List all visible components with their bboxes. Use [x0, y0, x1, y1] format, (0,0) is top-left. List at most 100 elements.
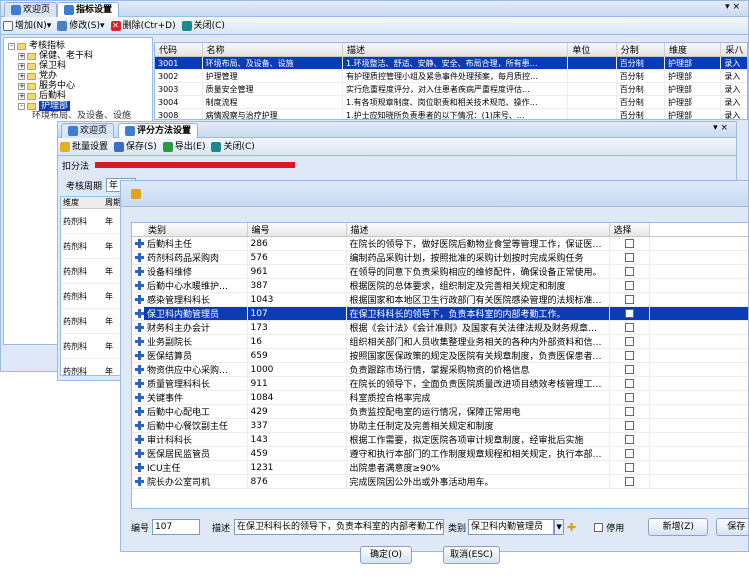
collapse-icon[interactable]: -	[8, 42, 15, 50]
col-description[interactable]: 描述	[346, 223, 610, 237]
col-scale[interactable]: 分制	[616, 43, 666, 57]
select-checkbox[interactable]	[624, 308, 634, 318]
col-unit[interactable]: 单位	[567, 43, 617, 57]
table-row[interactable]: 审计科科长 143 根据工作需要，拟定医院各项审计规章制度，经审批后实施	[132, 432, 748, 447]
select-checkbox[interactable]	[624, 420, 634, 430]
plus-icon[interactable]	[135, 434, 144, 444]
new-button[interactable]: 新增(Z)	[648, 518, 709, 536]
select-checkbox[interactable]	[624, 238, 634, 248]
table-row[interactable]: 3003 质量安全管理 实行危重程度评分，对入住患者疾病严重程度评估… 百分制 护理部录…	[155, 82, 747, 96]
table-row[interactable]: 后勤中心餐饮副主任 337 协助主任制定及完善相关规定和制度	[132, 418, 748, 433]
plus-icon[interactable]	[135, 252, 144, 262]
category-select[interactable]: 保卫科内勤管理员	[468, 519, 555, 535]
plus-icon[interactable]	[135, 392, 144, 402]
row-expander[interactable]	[132, 292, 144, 307]
plus-icon[interactable]	[135, 406, 144, 416]
row-expander[interactable]	[132, 250, 144, 265]
col-code[interactable]: 代码	[155, 43, 203, 57]
close-button[interactable]: 关闭(C)	[181, 19, 225, 33]
table-row[interactable]: 院长办公室司机 876 完成医院因公外出或外事活动用车。	[132, 474, 748, 489]
disable-checkbox[interactable]	[594, 522, 604, 532]
plus-icon[interactable]	[135, 462, 144, 472]
table-row[interactable]: 医保结算员 659 按照国家医保政策的规定及医院有关规章制度，负责医保患者…	[132, 348, 748, 363]
row-expander[interactable]	[132, 404, 144, 419]
select-checkbox[interactable]	[624, 434, 634, 444]
expand-icon[interactable]: +	[18, 62, 25, 70]
col-dimension[interactable]: 维度	[61, 197, 105, 208]
select-checkbox[interactable]	[624, 266, 634, 276]
plus-icon[interactable]	[135, 336, 144, 346]
code-input[interactable]: 107	[152, 519, 201, 535]
edit-button[interactable]: 修改(S) ▾	[57, 19, 105, 33]
tab-scoring-method[interactable]: 评分方法设置	[118, 123, 199, 138]
expand-icon[interactable]: +	[18, 72, 25, 80]
select-checkbox[interactable]	[624, 322, 634, 332]
plus-icon[interactable]	[135, 280, 144, 290]
export-button[interactable]: 导出(E)	[162, 140, 205, 154]
col-dimension[interactable]: 维度	[664, 43, 722, 57]
table-row[interactable]: 3002 护理管理 有护理质控管理小组及紧急事件处理预案，每月质控… 百分制 护理部 录入	[155, 69, 747, 83]
plus-icon[interactable]	[135, 448, 144, 458]
row-expander[interactable]	[132, 446, 144, 461]
select-checkbox[interactable]	[624, 406, 634, 416]
tree-node[interactable]: + 服务中心	[8, 81, 152, 91]
tree-node-selected[interactable]: - 护理部	[8, 101, 152, 111]
tree-node[interactable]: 环境布局、及设备、设施	[8, 111, 152, 121]
table-row[interactable]: 质量管理科科长 911 在院长的领导下，全面负责医院质量改进项目绩效考核管理工…	[132, 376, 748, 391]
select-checkbox[interactable]	[624, 448, 634, 458]
col-category[interactable]: 类别	[144, 223, 248, 237]
table-row[interactable]: 后勤中心配电工 429 负责监控配电室的运行情况，保障正常用电	[132, 404, 748, 419]
table-row[interactable]: 感染管理科科长 1043 根据国家和本地区卫生行政部门有关医院感染管理的法规标准…	[132, 292, 748, 307]
table-row[interactable]: 后勤科主任 286 在院长的领导下，做好医院后勤物业食堂等管理工作，保证医…	[132, 236, 748, 251]
ok-button[interactable]: 确定(O)	[360, 546, 412, 564]
desc-input[interactable]: 在保卫科科长的领导下，负责本科室的内部考勤工作	[234, 519, 445, 535]
tree-node[interactable]: + 保健、老干科	[8, 51, 152, 61]
col-name[interactable]: 名称	[202, 43, 343, 57]
plus-icon[interactable]	[135, 378, 144, 388]
row-expander[interactable]	[132, 348, 144, 363]
row-expander[interactable]	[132, 278, 144, 293]
row-expander[interactable]	[132, 236, 144, 251]
tab-welcome[interactable]: 欢迎页	[4, 2, 58, 17]
expand-icon[interactable]: +	[18, 92, 25, 100]
plus-icon[interactable]	[135, 322, 144, 332]
select-checkbox[interactable]	[624, 392, 634, 402]
table-row[interactable]: 药剂科药品采购肉 576 编制药品采购计划，按照批准的采购计划按时完成采购任务	[132, 250, 748, 265]
col-select[interactable]: 选择	[609, 223, 650, 237]
plus-icon[interactable]	[135, 308, 144, 318]
chevron-down-icon[interactable]: ▼	[554, 519, 565, 535]
row-expander[interactable]	[132, 474, 144, 489]
window-controls-2[interactable]: ▾ ×	[713, 123, 728, 133]
row-expander[interactable]	[132, 460, 144, 475]
select-checkbox[interactable]	[624, 252, 634, 262]
select-checkbox[interactable]	[624, 462, 634, 472]
col-desc[interactable]: 描述	[342, 43, 569, 57]
save-button[interactable]: 保存(S)	[114, 140, 157, 154]
plus-icon[interactable]	[135, 294, 144, 304]
batch-set-button[interactable]: 批量设置	[60, 140, 108, 154]
row-expander[interactable]	[132, 418, 144, 433]
table-row[interactable]: 后勤中心水暖维护… 387 根据医院的总体要求，组织制定及完善相关规定和制度	[132, 278, 748, 293]
select-checkbox[interactable]	[624, 280, 634, 290]
plus-icon[interactable]	[135, 350, 144, 360]
select-checkbox[interactable]	[624, 378, 634, 388]
save-button-dialog[interactable]: 保存	[716, 518, 748, 536]
add-button[interactable]: 增加(N) ▾	[3, 19, 51, 33]
plus-icon[interactable]	[135, 238, 144, 248]
row-expander[interactable]	[132, 306, 144, 321]
select-checkbox[interactable]	[624, 350, 634, 360]
row-expander[interactable]	[132, 432, 144, 447]
tree-node-root[interactable]: - 考核指标	[8, 41, 152, 51]
table-row[interactable]: 业务副院长 16 组织相关部门和人员收集整理业务相关的各种内外部资料和信…	[132, 334, 748, 349]
select-checkbox[interactable]	[624, 476, 634, 486]
window-controls[interactable]: ▾ ×	[725, 2, 740, 12]
row-expander[interactable]	[132, 390, 144, 405]
table-row[interactable]: 3008 病情观察与治疗护理 1.护士应知晓所负责患者的以下情况：(1)床号、… 百分…	[155, 108, 747, 119]
expand-icon[interactable]: +	[18, 82, 25, 90]
select-checkbox[interactable]	[624, 336, 634, 346]
table-row[interactable]: 物资供应中心采购… 1000 负责跟踪市场行情，掌握采购物资的价格信息	[132, 362, 748, 377]
tree-node[interactable]: + 党办	[8, 71, 152, 81]
plus-icon[interactable]	[135, 364, 144, 374]
table-row[interactable]: 3004 制度流程 1.有各项规章制度、岗位职责和相关技术规范、操作… 百分制 护理部录…	[155, 95, 747, 109]
col-collect[interactable]: 采八	[720, 43, 747, 57]
